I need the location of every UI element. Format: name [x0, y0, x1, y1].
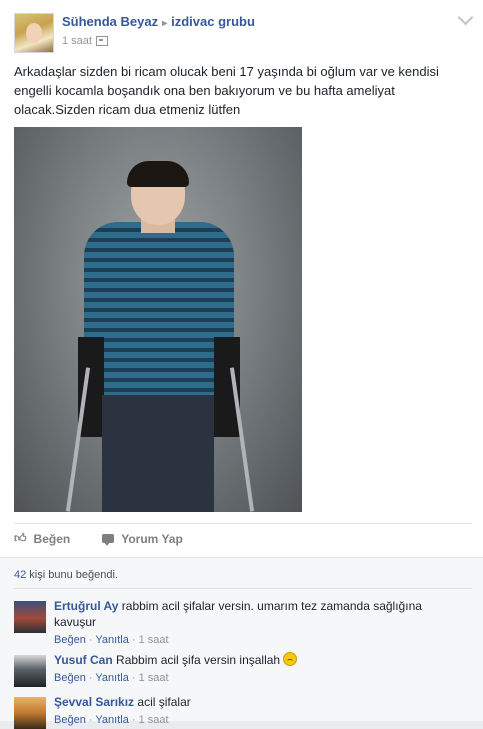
- post-options-chevron-icon[interactable]: [457, 9, 474, 26]
- like-button-label: Beğen: [33, 531, 71, 546]
- comment-time[interactable]: 1 saat: [139, 672, 169, 684]
- post-card: Sühenda Beyaz ▸ izdivac grubu 1 saat Arkad…: [0, 0, 483, 729]
- comment-meta: Beğen · Yanıtla · 1 saat: [54, 632, 454, 648]
- post-meta: 1 saat: [62, 35, 108, 47]
- group-name-link[interactable]: izdivac grubu: [171, 14, 255, 29]
- avatar-face: [26, 23, 42, 43]
- commenter-name-link[interactable]: Şevval Sarıkız: [54, 695, 134, 709]
- likes-suffix: kişi bunu beğendi.: [26, 569, 118, 581]
- likes-summary[interactable]: 42 kişi bunu beğendi.: [14, 569, 118, 581]
- commenter-name-link[interactable]: Ertuğrul Ay: [54, 599, 118, 613]
- comment-text: Rabbim acil şifa versin inşallah: [112, 653, 284, 667]
- comment-reply-link[interactable]: Yanıtla: [95, 634, 128, 646]
- comment-reply-link[interactable]: Yanıtla: [95, 672, 128, 684]
- comment-time[interactable]: 1 saat: [139, 714, 169, 726]
- author-name-link[interactable]: Sühenda Beyaz: [62, 14, 158, 29]
- comment-button[interactable]: Yorum Yap: [102, 531, 183, 546]
- likes-divider: [14, 588, 472, 589]
- post-text: Arkadaşlar sizden bi ricam olucak beni 1…: [14, 64, 439, 117]
- comment-reply-link[interactable]: Yanıtla: [95, 714, 128, 726]
- comment-text: acil şifalar: [134, 695, 191, 709]
- comment-body: Ertuğrul Ay rabbim acil şifalar versin. …: [54, 598, 454, 648]
- photo-hair: [127, 161, 189, 187]
- commenter-avatar[interactable]: [14, 697, 46, 729]
- photo-pants: [102, 395, 214, 512]
- comment-like-link[interactable]: Beğen: [54, 634, 86, 646]
- likes-count[interactable]: 42: [14, 569, 26, 581]
- comment-button-label: Yorum Yap: [121, 531, 183, 546]
- comment-dot: ·: [128, 672, 139, 684]
- commenter-avatar[interactable]: [14, 655, 46, 687]
- commenter-avatar[interactable]: [14, 601, 46, 633]
- thumbs-up-icon: 👍︎: [14, 531, 27, 545]
- group-arrow-icon: ▸: [162, 18, 168, 29]
- comment-dot: ·: [128, 634, 139, 646]
- action-bar: 👍︎ Beğen Yorum Yap: [14, 531, 183, 546]
- author-avatar[interactable]: [14, 13, 54, 53]
- comment-dot: ·: [85, 672, 96, 684]
- like-button[interactable]: 👍︎ Beğen: [14, 531, 70, 546]
- frown-emoji-icon: [283, 652, 298, 666]
- comment-bubble-icon: [102, 534, 115, 546]
- comment-like-link[interactable]: Beğen: [54, 672, 86, 684]
- comment-dot: ·: [85, 714, 96, 726]
- action-divider: [14, 523, 472, 524]
- comment-meta: Beğen · Yanıtla · 1 saat: [54, 712, 454, 728]
- post-timestamp[interactable]: 1 saat: [62, 35, 92, 47]
- comment-dot: ·: [85, 634, 96, 646]
- comment-dot: ·: [128, 714, 139, 726]
- post-photo[interactable]: [14, 127, 302, 512]
- photo-shirt: [84, 222, 234, 397]
- comment-time[interactable]: 1 saat: [139, 634, 169, 646]
- comment-like-link[interactable]: Beğen: [54, 714, 86, 726]
- comment-body: Yusuf Can Rabbim acil şifa versin inşall…: [54, 652, 454, 686]
- commenter-name-link[interactable]: Yusuf Can: [54, 653, 113, 667]
- group-privacy-icon: [95, 36, 108, 46]
- comment-meta: Beğen · Yanıtla · 1 saat: [54, 670, 454, 686]
- photo-crutch-right: [229, 367, 255, 512]
- post-header: Sühenda Beyaz ▸ izdivac grubu: [62, 14, 255, 29]
- feedback-section: 42 kişi bunu beğendi. Ertuğrul Ay rabbim…: [0, 557, 483, 729]
- comment-body: Şevval Sarıkız acil şifalar Beğen · Yanı…: [54, 694, 454, 728]
